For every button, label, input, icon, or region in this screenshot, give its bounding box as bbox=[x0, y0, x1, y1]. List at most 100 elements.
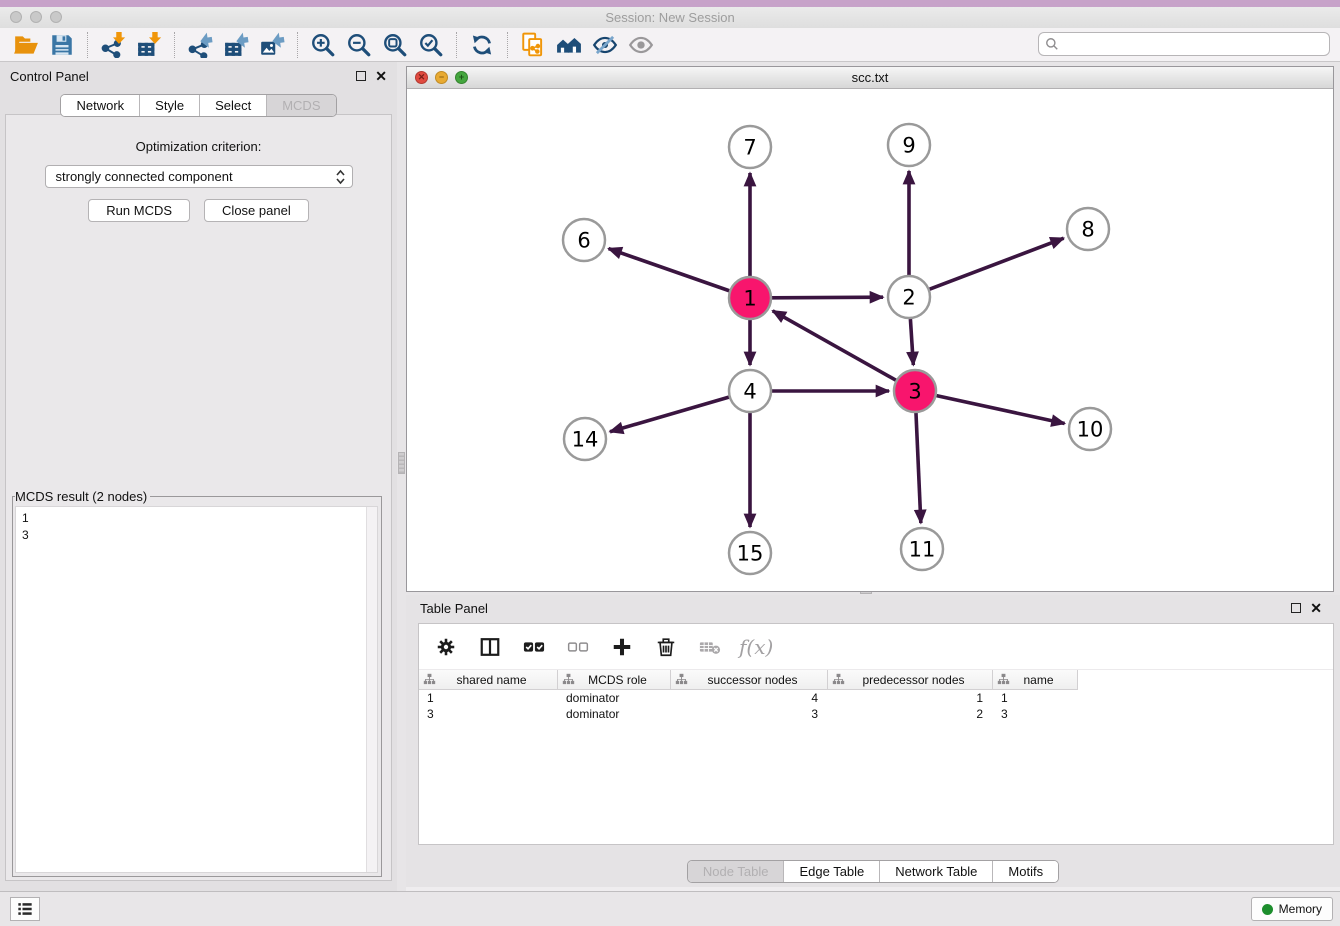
minimize-window-icon[interactable] bbox=[30, 11, 42, 23]
node-3[interactable]: 3 bbox=[894, 370, 936, 412]
memory-button[interactable]: Memory bbox=[1251, 897, 1333, 921]
chevron-updown-icon bbox=[335, 169, 346, 185]
select-all-icon[interactable] bbox=[519, 632, 549, 662]
frame-maximize-icon[interactable]: + bbox=[455, 71, 468, 84]
toolbar-separator bbox=[507, 32, 508, 58]
run-mcds-button[interactable]: Run MCDS bbox=[88, 199, 190, 222]
close-panel-button[interactable]: Close panel bbox=[204, 199, 309, 222]
tab-motifs[interactable]: Motifs bbox=[992, 861, 1058, 882]
node-8[interactable]: 8 bbox=[1067, 208, 1109, 250]
deselect-all-icon[interactable] bbox=[563, 632, 593, 662]
edge-3-10[interactable] bbox=[936, 396, 1064, 424]
node-6[interactable]: 6 bbox=[563, 219, 605, 261]
node-2[interactable]: 2 bbox=[888, 276, 930, 318]
table-panel-title: Table Panel bbox=[420, 601, 1291, 616]
edge-2-3[interactable] bbox=[910, 319, 913, 365]
column-header-predecessor-nodes[interactable]: predecessor nodes bbox=[828, 670, 993, 689]
refresh-layout-icon[interactable] bbox=[464, 30, 500, 60]
cell-successor-nodes[interactable]: 3 bbox=[671, 706, 828, 722]
delete-table-disabled-icon bbox=[695, 632, 725, 662]
result-scrollbar[interactable] bbox=[366, 507, 377, 872]
search-input[interactable] bbox=[1038, 32, 1330, 56]
column-header-name[interactable]: name bbox=[993, 670, 1078, 689]
column-header-MCDS-role[interactable]: MCDS role bbox=[558, 670, 671, 689]
split-view-icon[interactable] bbox=[475, 632, 505, 662]
network-canvas[interactable]: 7 9 6 8 1 2 4 3 14 10 15 11 bbox=[407, 89, 1333, 591]
close-table-panel-icon[interactable]: ✕ bbox=[1310, 603, 1322, 613]
zoom-in-icon[interactable] bbox=[305, 30, 341, 60]
hide-selected-icon[interactable] bbox=[587, 30, 623, 60]
show-all-networks-icon[interactable] bbox=[551, 30, 587, 60]
show-all-disabled-icon bbox=[623, 30, 659, 60]
import-table-icon[interactable] bbox=[131, 30, 167, 60]
cell-successor-nodes[interactable]: 4 bbox=[671, 690, 828, 706]
search-icon bbox=[1045, 37, 1059, 51]
svg-text:9: 9 bbox=[902, 134, 915, 158]
tab-style[interactable]: Style bbox=[139, 95, 199, 116]
tab-network-table[interactable]: Network Table bbox=[879, 861, 992, 882]
cell-predecessor-nodes[interactable]: 2 bbox=[828, 706, 993, 722]
clone-network-icon[interactable] bbox=[515, 30, 551, 60]
edge-3-1[interactable] bbox=[773, 311, 896, 380]
frame-close-icon[interactable]: ✕ bbox=[415, 71, 428, 84]
float-panel-icon[interactable] bbox=[356, 71, 366, 81]
cell-name[interactable]: 1 bbox=[993, 690, 1078, 706]
node-4[interactable]: 4 bbox=[729, 370, 771, 412]
tab-edge-table[interactable]: Edge Table bbox=[783, 861, 879, 882]
cell-shared-name[interactable]: 3 bbox=[419, 706, 558, 722]
criterion-dropdown[interactable]: strongly connected component bbox=[45, 165, 353, 188]
node-9[interactable]: 9 bbox=[888, 124, 930, 166]
tab-network[interactable]: Network bbox=[61, 95, 139, 116]
export-image-icon[interactable] bbox=[254, 30, 290, 60]
node-15[interactable]: 15 bbox=[729, 532, 771, 574]
network-window-titlebar[interactable]: ✕ − + scc.txt bbox=[407, 67, 1333, 89]
zoom-fit-content-icon[interactable] bbox=[377, 30, 413, 60]
close-panel-icon[interactable]: ✕ bbox=[375, 71, 387, 81]
memory-status-icon bbox=[1262, 904, 1273, 915]
export-network-icon[interactable] bbox=[182, 30, 218, 60]
log-console-button[interactable] bbox=[10, 897, 40, 921]
delete-column-icon[interactable] bbox=[651, 632, 681, 662]
import-network-icon[interactable] bbox=[95, 30, 131, 60]
maximize-window-icon[interactable] bbox=[50, 11, 62, 23]
table-row[interactable]: 3dominator323 bbox=[419, 706, 1333, 722]
zoom-out-icon[interactable] bbox=[341, 30, 377, 60]
edge-3-11[interactable] bbox=[916, 413, 921, 523]
save-session-icon[interactable] bbox=[44, 30, 80, 60]
add-column-icon[interactable] bbox=[607, 632, 637, 662]
zoom-selected-icon[interactable] bbox=[413, 30, 449, 60]
traffic-lights[interactable] bbox=[10, 11, 62, 23]
tab-node-table[interactable]: Node Table bbox=[688, 861, 784, 882]
mcds-result-title: MCDS result (2 nodes) bbox=[15, 489, 150, 504]
cell-MCDS-role[interactable]: dominator bbox=[558, 690, 671, 706]
edge-1-6[interactable] bbox=[609, 249, 730, 291]
function-builder-icon: f(x) bbox=[739, 635, 773, 659]
open-file-icon[interactable] bbox=[8, 30, 44, 60]
column-header-shared-name[interactable]: shared name bbox=[419, 670, 558, 689]
tab-mcds[interactable]: MCDS bbox=[266, 95, 335, 116]
float-table-panel-icon[interactable] bbox=[1291, 603, 1301, 613]
tab-select[interactable]: Select bbox=[199, 95, 266, 116]
column-header-successor-nodes[interactable]: successor nodes bbox=[671, 670, 828, 689]
svg-text:11: 11 bbox=[909, 538, 936, 562]
vertical-split-grip[interactable] bbox=[398, 452, 405, 474]
mcds-panel: Optimization criterion: strongly connect… bbox=[5, 114, 392, 881]
export-table-icon[interactable] bbox=[218, 30, 254, 60]
close-window-icon[interactable] bbox=[10, 11, 22, 23]
node-14[interactable]: 14 bbox=[564, 418, 606, 460]
edge-2-8[interactable] bbox=[930, 238, 1064, 289]
node-11[interactable]: 11 bbox=[901, 528, 943, 570]
table-mode-gear-icon[interactable] bbox=[431, 632, 461, 662]
frame-minimize-icon[interactable]: − bbox=[435, 71, 448, 84]
node-10[interactable]: 10 bbox=[1069, 408, 1111, 450]
edge-1-2[interactable] bbox=[772, 297, 883, 298]
node-7[interactable]: 7 bbox=[729, 126, 771, 168]
node-1[interactable]: 1 bbox=[729, 277, 771, 319]
table-row[interactable]: 1dominator411 bbox=[419, 690, 1333, 706]
cell-shared-name[interactable]: 1 bbox=[419, 690, 558, 706]
table-body: 1dominator4113dominator323 bbox=[419, 690, 1333, 722]
cell-MCDS-role[interactable]: dominator bbox=[558, 706, 671, 722]
cell-predecessor-nodes[interactable]: 1 bbox=[828, 690, 993, 706]
edge-4-14[interactable] bbox=[610, 397, 729, 432]
cell-name[interactable]: 3 bbox=[993, 706, 1078, 722]
